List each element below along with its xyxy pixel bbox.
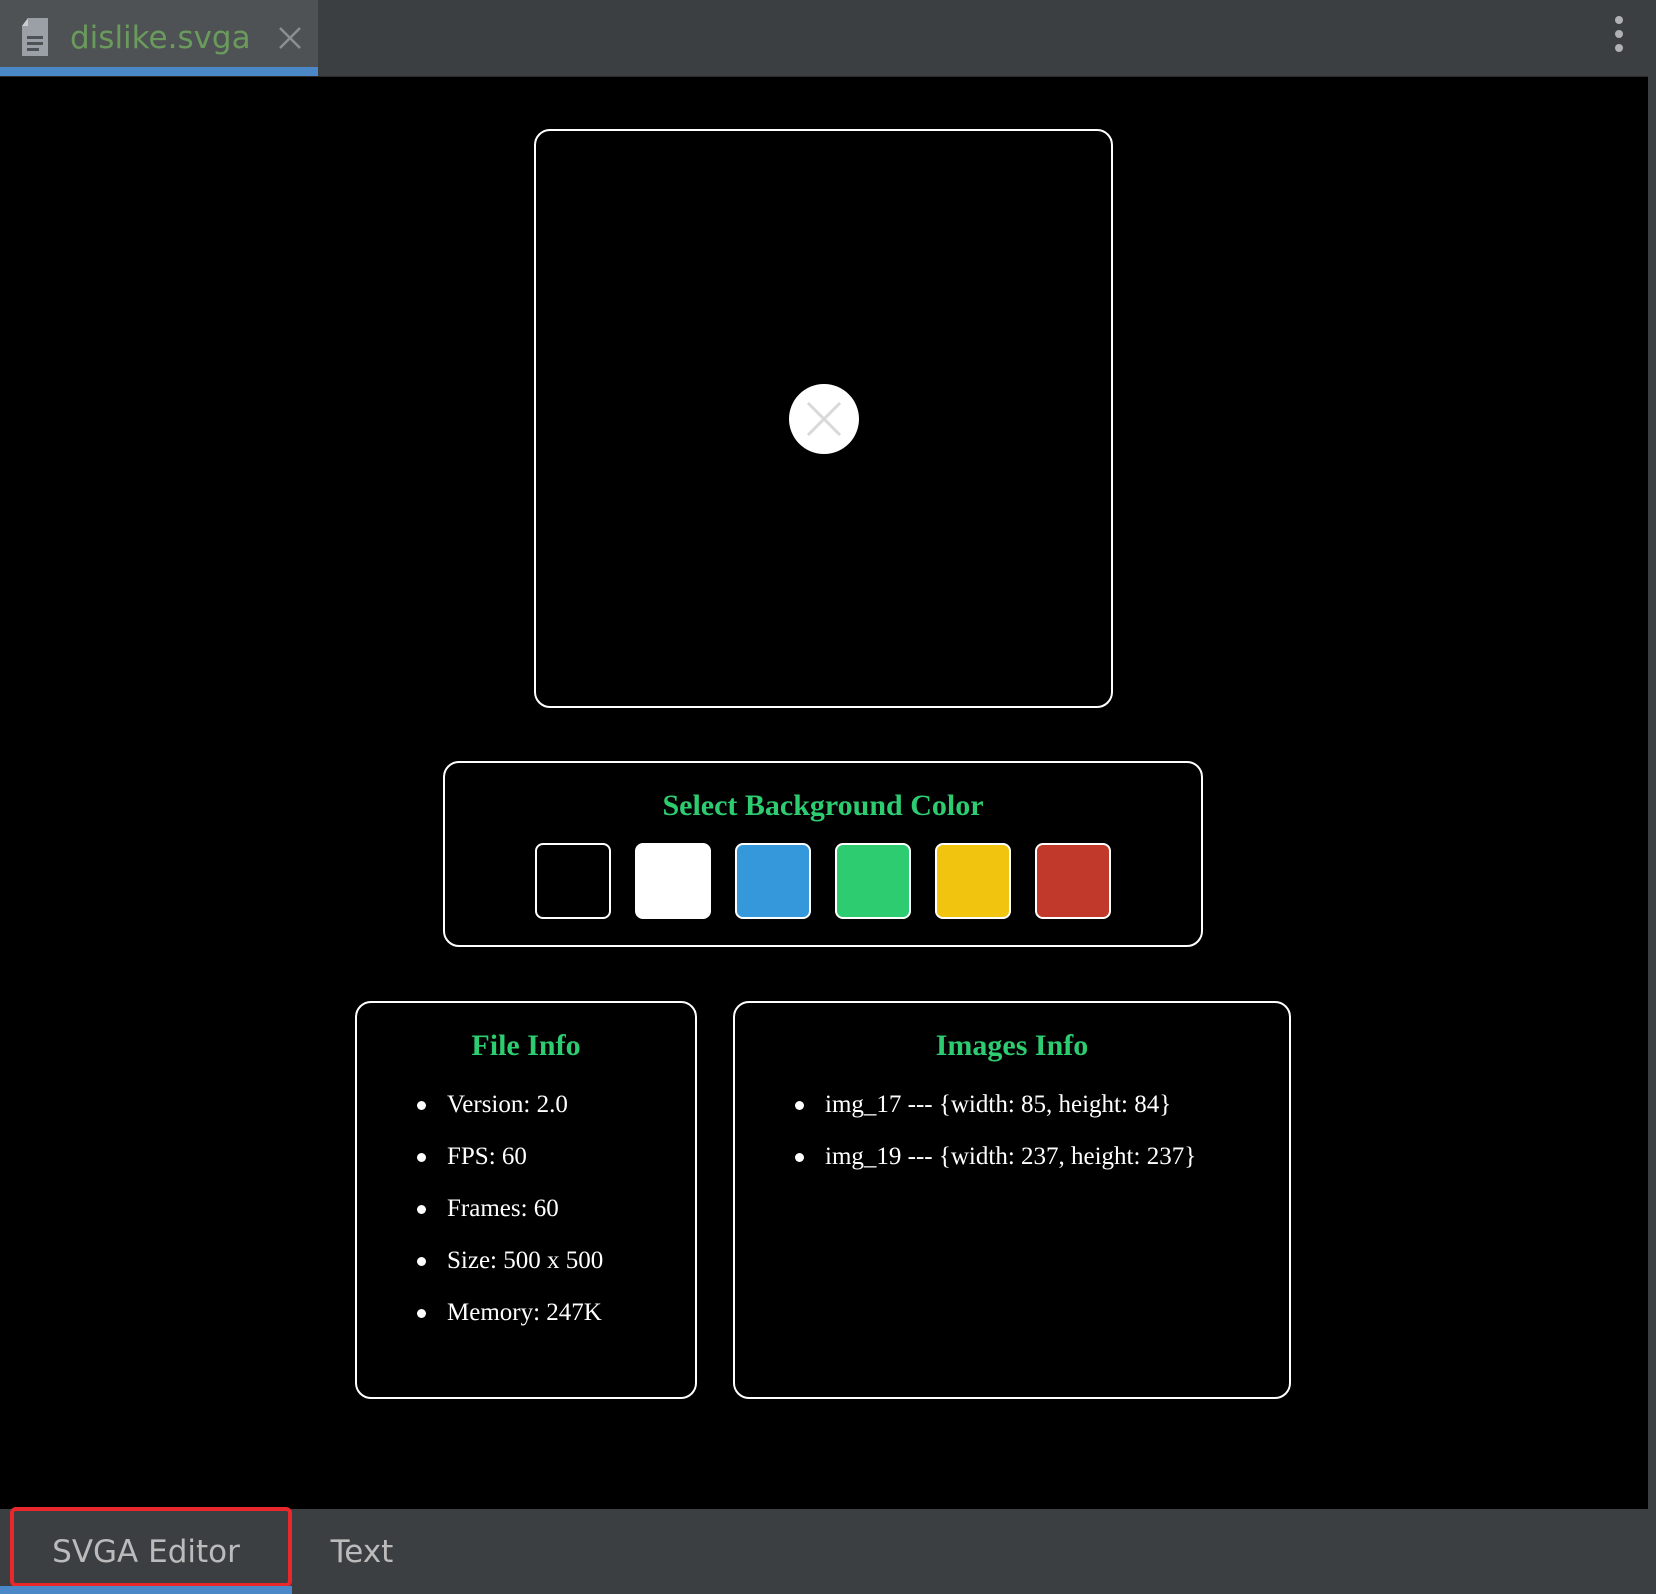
bullet-icon — [795, 1153, 804, 1162]
list-item: Memory: 247K — [417, 1299, 603, 1351]
tab-svga-editor[interactable]: SVGA Editor — [0, 1507, 292, 1594]
background-selector-title: Select Background Color — [662, 789, 984, 822]
swatch-red[interactable] — [1035, 843, 1111, 919]
tab-text-label: Text — [330, 1533, 394, 1570]
editor-tab-bar: dislike.svga — [0, 0, 1648, 77]
bullet-icon — [417, 1101, 426, 1110]
vertical-scrollbar[interactable] — [1648, 0, 1656, 1594]
images-info-list: img_17 --- {width: 85, height: 84} img_1… — [795, 1091, 1196, 1195]
file-tab-name: dislike.svga — [70, 20, 251, 56]
swatch-blue[interactable] — [735, 843, 811, 919]
dislike-close-circle-icon — [789, 384, 859, 454]
images-info-title: Images Info — [935, 1029, 1089, 1062]
tab-text[interactable]: Text — [312, 1509, 412, 1594]
image-info-entry: img_17 --- {width: 85, height: 84} — [825, 1091, 1172, 1118]
file-tab[interactable]: dislike.svga — [0, 0, 318, 76]
images-info-panel: Images Info img_17 --- {width: 85, heigh… — [733, 1001, 1291, 1399]
list-item: img_19 --- {width: 237, height: 237} — [795, 1143, 1196, 1195]
list-item: FPS: 60 — [417, 1143, 603, 1195]
active-tab-indicator — [0, 1586, 292, 1594]
file-info-panel: File Info Version: 2.0 FPS: 60 Frames: 6… — [355, 1001, 697, 1399]
file-info-size: Size: 500 x 500 — [447, 1247, 604, 1274]
swatch-yellow[interactable] — [935, 843, 1011, 919]
animation-preview — [534, 129, 1113, 708]
image-info-entry: img_19 --- {width: 237, height: 237} — [825, 1143, 1197, 1170]
editor-mode-tabs: SVGA Editor Text — [0, 1507, 1648, 1594]
active-tab-indicator — [0, 67, 318, 76]
color-swatch-group — [535, 843, 1111, 919]
bullet-icon — [417, 1205, 426, 1214]
list-item: img_17 --- {width: 85, height: 84} — [795, 1091, 1196, 1143]
svga-editor-panel: Select Background Color File Info Versio… — [0, 77, 1648, 1509]
selection-highlight — [10, 1507, 292, 1587]
file-info-frames: Frames: 60 — [447, 1195, 559, 1222]
bullet-icon — [417, 1309, 426, 1318]
close-tab-icon[interactable] — [276, 24, 304, 52]
list-item: Frames: 60 — [417, 1195, 603, 1247]
file-info-list: Version: 2.0 FPS: 60 Frames: 60 Size: 50… — [417, 1091, 603, 1351]
swatch-black[interactable] — [535, 843, 611, 919]
list-item: Size: 500 x 500 — [417, 1247, 603, 1299]
swatch-green[interactable] — [835, 843, 911, 919]
file-info-fps: FPS: 60 — [447, 1143, 527, 1170]
bullet-icon — [417, 1153, 426, 1162]
more-options-icon[interactable] — [1612, 14, 1626, 54]
bullet-icon — [417, 1257, 426, 1266]
file-icon — [22, 18, 48, 56]
swatch-white[interactable] — [635, 843, 711, 919]
list-item: Version: 2.0 — [417, 1091, 603, 1143]
file-info-memory: Memory: 247K — [447, 1299, 602, 1326]
file-info-title: File Info — [471, 1029, 581, 1062]
background-color-selector: Select Background Color — [443, 761, 1203, 947]
file-info-version: Version: 2.0 — [447, 1091, 568, 1118]
bullet-icon — [795, 1101, 804, 1110]
